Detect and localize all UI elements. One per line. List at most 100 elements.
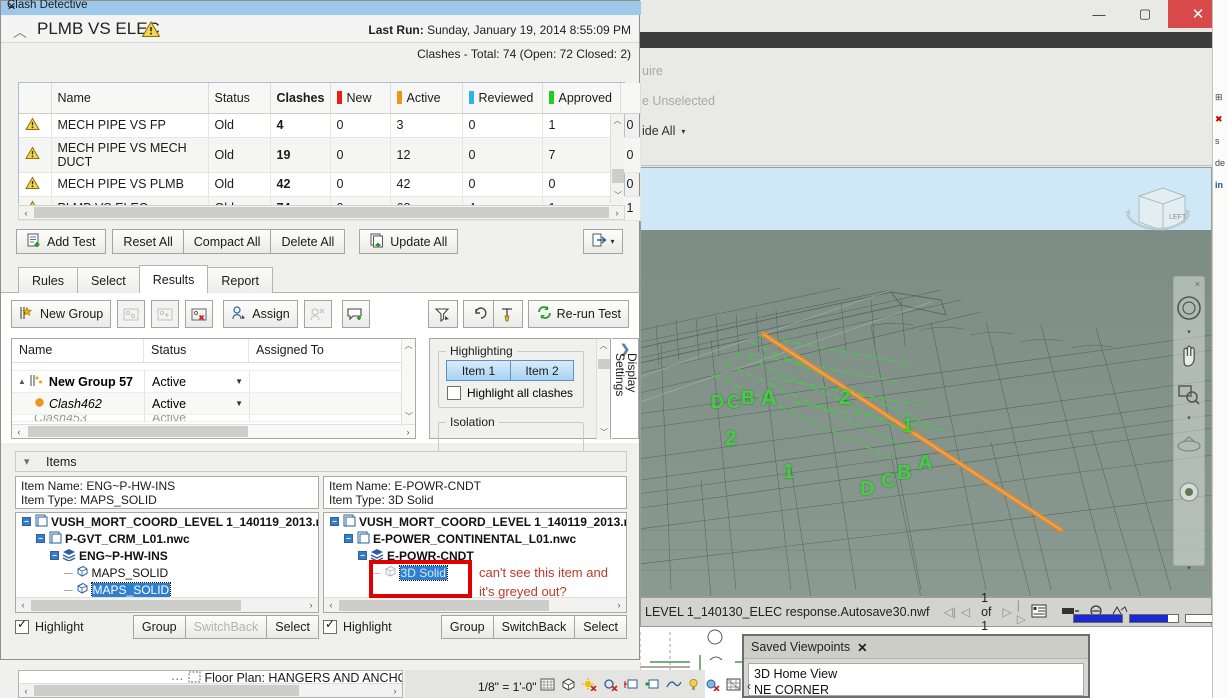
compact-all-button[interactable]: Compact All <box>182 229 271 254</box>
tests-horizontal-scrollbar[interactable]: ‹ › <box>18 205 625 220</box>
results-vertical-scrollbar[interactable]: ︿ ﹀ <box>401 339 415 424</box>
highlight-all-row[interactable]: Highlight all clashes <box>447 386 573 400</box>
tree-node[interactable]: − E-POWER_CONTINENTAL_L01.nwc <box>324 530 626 547</box>
chevron-down-icon-3[interactable]: ▾ <box>1174 563 1204 573</box>
close-icon[interactable]: ✕ <box>7 0 634 13</box>
expander-icon[interactable]: − <box>330 517 339 526</box>
scroll-thumb-h[interactable] <box>34 207 609 218</box>
scroll-thumb-h[interactable] <box>34 685 299 696</box>
next-page-icon[interactable]: ▷ <box>1002 605 1011 619</box>
results-row-status-cell[interactable]: Active ▼ <box>144 371 249 392</box>
chevron-down-icon[interactable]: ▾ <box>610 237 614 246</box>
3d-viewport[interactable]: D C B A 2 2 1 1 D C B A LEFT × ▾ ▾ ▾ <box>640 167 1212 597</box>
tree-node[interactable]: − VUSH_MORT_COORD_LEVEL 1_140119_2013.nw <box>16 513 318 530</box>
table-row[interactable]: MECH PIPE VS MECH DUCT Old 19 0 12 0 7 0 <box>19 137 641 173</box>
scroll-thumb[interactable] <box>612 169 624 183</box>
scroll-left-icon[interactable]: ‹ <box>324 600 338 610</box>
chevron-down-icon-1[interactable]: ▾ <box>1174 327 1204 337</box>
scroll-thumb-h[interactable] <box>28 426 248 437</box>
close-icon[interactable]: × <box>1195 279 1200 289</box>
delete-all-button[interactable]: Delete All <box>270 229 346 254</box>
results-grid[interactable]: Name Status Assigned To ▲ New Group 57 A… <box>11 338 416 439</box>
scroll-left-icon[interactable]: ‹ <box>12 427 26 437</box>
ribbon-item-unselected[interactable]: e Unselected <box>642 94 715 108</box>
highlight-all-checkbox[interactable] <box>447 386 461 400</box>
highlight-left-row[interactable]: Highlight <box>15 617 84 634</box>
orbit-icon[interactable] <box>1174 423 1204 473</box>
expander-icon[interactable]: − <box>50 551 59 560</box>
ribbon-item-require[interactable]: uire <box>642 64 663 78</box>
rerun-test-button[interactable]: Re-run Test <box>527 300 629 328</box>
snap-icon[interactable] <box>624 678 639 694</box>
col-reviewed[interactable]: Reviewed <box>462 83 543 114</box>
scroll-left-icon[interactable]: ‹ <box>16 600 30 610</box>
table-row[interactable]: MECH PIPE VS FP Old 4 0 3 0 1 0 <box>19 113 641 138</box>
tree-node[interactable]: − VUSH_MORT_COORD_LEVEL 1_140119_2013.nw <box>324 513 626 530</box>
clash-detective-panel[interactable]: Clash Detective ✕ ︿ PLMB VS ELEC Last Ru… <box>0 0 641 660</box>
light-off-icon[interactable] <box>603 678 618 694</box>
collapse-icon[interactable]: ‹ <box>747 679 751 693</box>
item-tree-left-hscroll[interactable]: ‹ › <box>16 597 318 612</box>
scroll-right-icon[interactable]: › <box>610 208 624 218</box>
bulb-icon[interactable] <box>688 678 699 694</box>
results-col-assigned[interactable]: Assigned To <box>249 339 415 362</box>
curve-icon[interactable] <box>666 678 682 694</box>
box-icon[interactable] <box>561 678 576 694</box>
results-row-status-cell[interactable]: Active ▼ <box>144 393 249 414</box>
add-test-button[interactable]: Add Test <box>16 229 107 254</box>
add-comment-button[interactable] <box>341 300 370 328</box>
scroll-down-icon[interactable]: ﹀ <box>597 426 611 440</box>
scroll-thumb[interactable] <box>598 359 610 369</box>
tree-node[interactable]: ─ MAPS_SOLID <box>16 564 318 581</box>
tab-results[interactable]: Results <box>138 265 209 293</box>
results-col-status[interactable]: Status <box>144 339 249 362</box>
highlight-right-checkbox[interactable] <box>323 617 337 634</box>
col-name[interactable]: Name <box>51 83 209 114</box>
chevron-down-icon[interactable]: ▼ <box>235 377 243 386</box>
col-icon[interactable] <box>19 83 52 114</box>
scroll-up-icon[interactable]: ︿ <box>402 339 415 353</box>
prev-page-icon[interactable]: ◁ <box>961 605 970 619</box>
selection-tree-fragment[interactable]: ⋯ Floor Plan: HANGERS AND ANCHORS - FOUR… <box>18 670 403 698</box>
scroll-right-icon[interactable]: › <box>304 600 318 610</box>
col-clashes[interactable]: Clashes <box>270 83 331 114</box>
highlight-item1-button[interactable]: Item 1 <box>446 360 510 381</box>
assign-button[interactable]: Assign <box>223 300 298 328</box>
undo-button[interactable] <box>462 300 493 328</box>
navigation-bar[interactable]: × ▾ ▾ ▾ <box>1173 276 1205 572</box>
last-page-icon[interactable]: |▷ <box>1017 598 1026 626</box>
export-button[interactable]: ▾ <box>583 229 623 254</box>
col-status[interactable]: Status <box>208 83 271 114</box>
display-settings-tab[interactable]: ❯ Display Settings <box>612 338 639 439</box>
select-button-left[interactable]: Select <box>266 615 319 639</box>
chevron-up-icon[interactable]: ︿ <box>13 22 27 42</box>
close-icon[interactable]: ✕ <box>857 640 867 655</box>
results-horizontal-scrollbar[interactable]: ‹ › <box>12 424 415 438</box>
scroll-down-icon[interactable]: ﹀ <box>402 410 416 424</box>
group-items-button[interactable] <box>117 300 146 328</box>
expander-icon[interactable]: − <box>36 534 45 543</box>
zoom-window-icon[interactable] <box>1174 375 1204 413</box>
highlight-right-row[interactable]: Highlight <box>323 617 392 634</box>
tab-report[interactable]: Report <box>207 267 273 293</box>
grid-icon[interactable] <box>540 678 555 694</box>
results-row-assigned-cell[interactable] <box>249 415 415 421</box>
chevron-down-icon[interactable]: ▾ <box>681 127 685 136</box>
switchback-button-right[interactable]: SwitchBack <box>492 615 575 639</box>
scroll-thumb-h[interactable] <box>31 599 241 611</box>
expander-icon[interactable]: ▲ <box>18 377 26 386</box>
scroll-left-icon[interactable]: ‹ <box>19 208 33 218</box>
results-row-assigned-cell[interactable] <box>249 371 415 392</box>
col-resolved[interactable] <box>620 83 641 114</box>
expander-icon[interactable]: − <box>358 551 367 560</box>
pan-hand-icon[interactable] <box>1174 337 1204 375</box>
saved-viewpoints-window[interactable]: Saved Viewpoints ✕ 3D Home View NE CORNE… <box>742 634 1090 698</box>
list-item[interactable]: NE CORNER <box>754 682 1078 698</box>
tab-select[interactable]: Select <box>76 267 140 293</box>
scroll-right-icon[interactable]: › <box>612 600 626 610</box>
update-all-button[interactable]: Update All <box>359 229 459 254</box>
col-active[interactable]: Active <box>390 83 463 114</box>
render-off-icon[interactable] <box>705 678 720 694</box>
first-page-icon[interactable]: ◁| <box>943 605 955 619</box>
maximize-button[interactable]: ▢ <box>1122 0 1168 28</box>
